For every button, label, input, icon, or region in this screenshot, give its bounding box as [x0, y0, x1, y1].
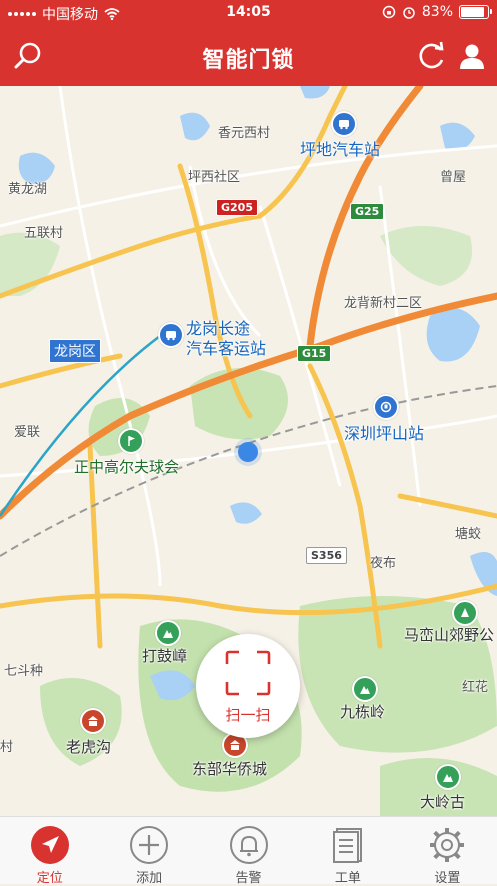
mountain-icon[interactable] [352, 676, 378, 702]
map-label: 汽车客运站 [186, 339, 267, 358]
g25-shield: G25 [350, 203, 385, 220]
rotation-lock-icon [382, 5, 396, 19]
tab-alarm[interactable]: 告警 [199, 817, 298, 886]
map-label: 马峦山郊野公 [404, 626, 495, 644]
map-label: 坪地汽车站 [300, 140, 381, 159]
map-label: 香元西村 [218, 126, 271, 141]
battery-icon [459, 5, 492, 19]
map-label: 正中高尔夫球会 [74, 458, 180, 476]
user-button[interactable] [454, 38, 490, 74]
g205-shield: G205 [216, 199, 258, 216]
current-location-marker [238, 442, 258, 462]
map-label: 打鼓嶂 [142, 647, 188, 665]
bell-icon [229, 825, 269, 865]
plus-circle-icon [129, 825, 169, 865]
battery-percent: 83% [421, 4, 453, 20]
status-right: 83% [382, 4, 492, 20]
location-arrow-icon [30, 825, 70, 865]
tab-label: 设置 [434, 871, 461, 886]
user-icon [460, 44, 484, 69]
map-label: 坪西社区 [188, 170, 241, 185]
map-label: 黄龙湖 [8, 182, 48, 197]
map-label: 龙背新村二区 [344, 296, 423, 311]
scenic-spot-icon[interactable] [80, 708, 106, 734]
tab-add[interactable]: 添加 [99, 817, 198, 886]
tab-label: 工单 [334, 871, 361, 886]
tab-label: 添加 [136, 871, 163, 886]
golf-icon[interactable] [118, 428, 144, 454]
mountain-icon[interactable] [435, 764, 461, 790]
map-label: 村 [0, 740, 14, 755]
bus-station-icon[interactable] [331, 111, 357, 137]
tab-label: 告警 [235, 871, 262, 886]
tab-settings[interactable]: 设置 [398, 817, 497, 886]
map-label: 塘蛟 [455, 527, 482, 542]
refresh-button[interactable] [414, 38, 450, 74]
map-label: 曾屋 [440, 170, 467, 185]
scan-button[interactable]: 扫一扫 [196, 634, 300, 738]
tab-work-order[interactable]: 工单 [298, 817, 397, 886]
longgang-district-badge: 龙岗区 [49, 339, 101, 363]
map-label: 深圳坪山站 [344, 424, 425, 443]
map-label: 大岭古 [420, 793, 466, 811]
scan-label: 扫一扫 [225, 705, 271, 724]
work-order-icon [328, 825, 368, 865]
nav-bar: 智能门锁 [0, 26, 497, 86]
mountain-icon[interactable] [452, 600, 478, 626]
s356-shield: S356 [306, 547, 347, 564]
tab-locate[interactable]: 定位 [0, 817, 99, 886]
alarm-icon [403, 7, 415, 19]
scan-frame-icon [225, 650, 271, 695]
tab-label: 定位 [36, 871, 63, 886]
g15-shield: G15 [297, 345, 332, 362]
map-label: 五联村 [24, 226, 64, 241]
map-label: 东部华侨城 [192, 760, 268, 778]
map-label: 爱联 [14, 425, 41, 440]
map-label: 红花 [462, 680, 489, 695]
map-label: 老虎沟 [66, 738, 112, 756]
map-label: 夜布 [370, 556, 397, 571]
bus-station-icon[interactable] [158, 322, 184, 348]
map-label: 九栋岭 [340, 703, 386, 721]
refresh-icon [419, 41, 444, 69]
map-label: 七斗种 [4, 664, 44, 679]
tab-bar: 定位 添加 告警 工单 设置 [0, 816, 497, 886]
train-station-icon[interactable] [373, 394, 399, 420]
mountain-icon[interactable] [155, 620, 181, 646]
gear-icon [427, 825, 467, 865]
status-bar: 中国移动 14:05 83% [0, 0, 497, 26]
